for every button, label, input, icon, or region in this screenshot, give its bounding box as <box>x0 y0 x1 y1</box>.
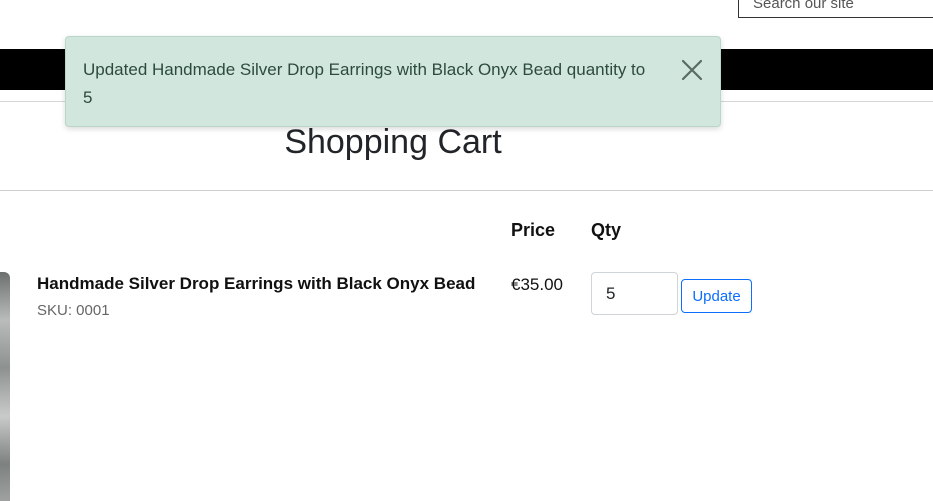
product-sku: SKU: 0001 <box>37 302 110 319</box>
toast-notification: Updated Handmade Silver Drop Earrings wi… <box>65 36 721 127</box>
page: Shopping Cart Price Qty Handmade Silver … <box>0 0 933 501</box>
product-name[interactable]: Handmade Silver Drop Earrings with Black… <box>37 274 475 294</box>
search-input[interactable] <box>738 0 933 18</box>
update-button[interactable]: Update <box>681 279 752 313</box>
product-price: €35.00 <box>511 275 563 294</box>
toast-message: Updated Handmade Silver Drop Earrings wi… <box>83 60 646 107</box>
qty-column-header: Qty <box>591 220 622 240</box>
close-icon[interactable] <box>680 58 704 82</box>
price-column-header: Price <box>511 220 556 240</box>
divider <box>0 190 933 191</box>
quantity-input[interactable] <box>591 272 678 315</box>
product-image[interactable] <box>0 272 10 501</box>
